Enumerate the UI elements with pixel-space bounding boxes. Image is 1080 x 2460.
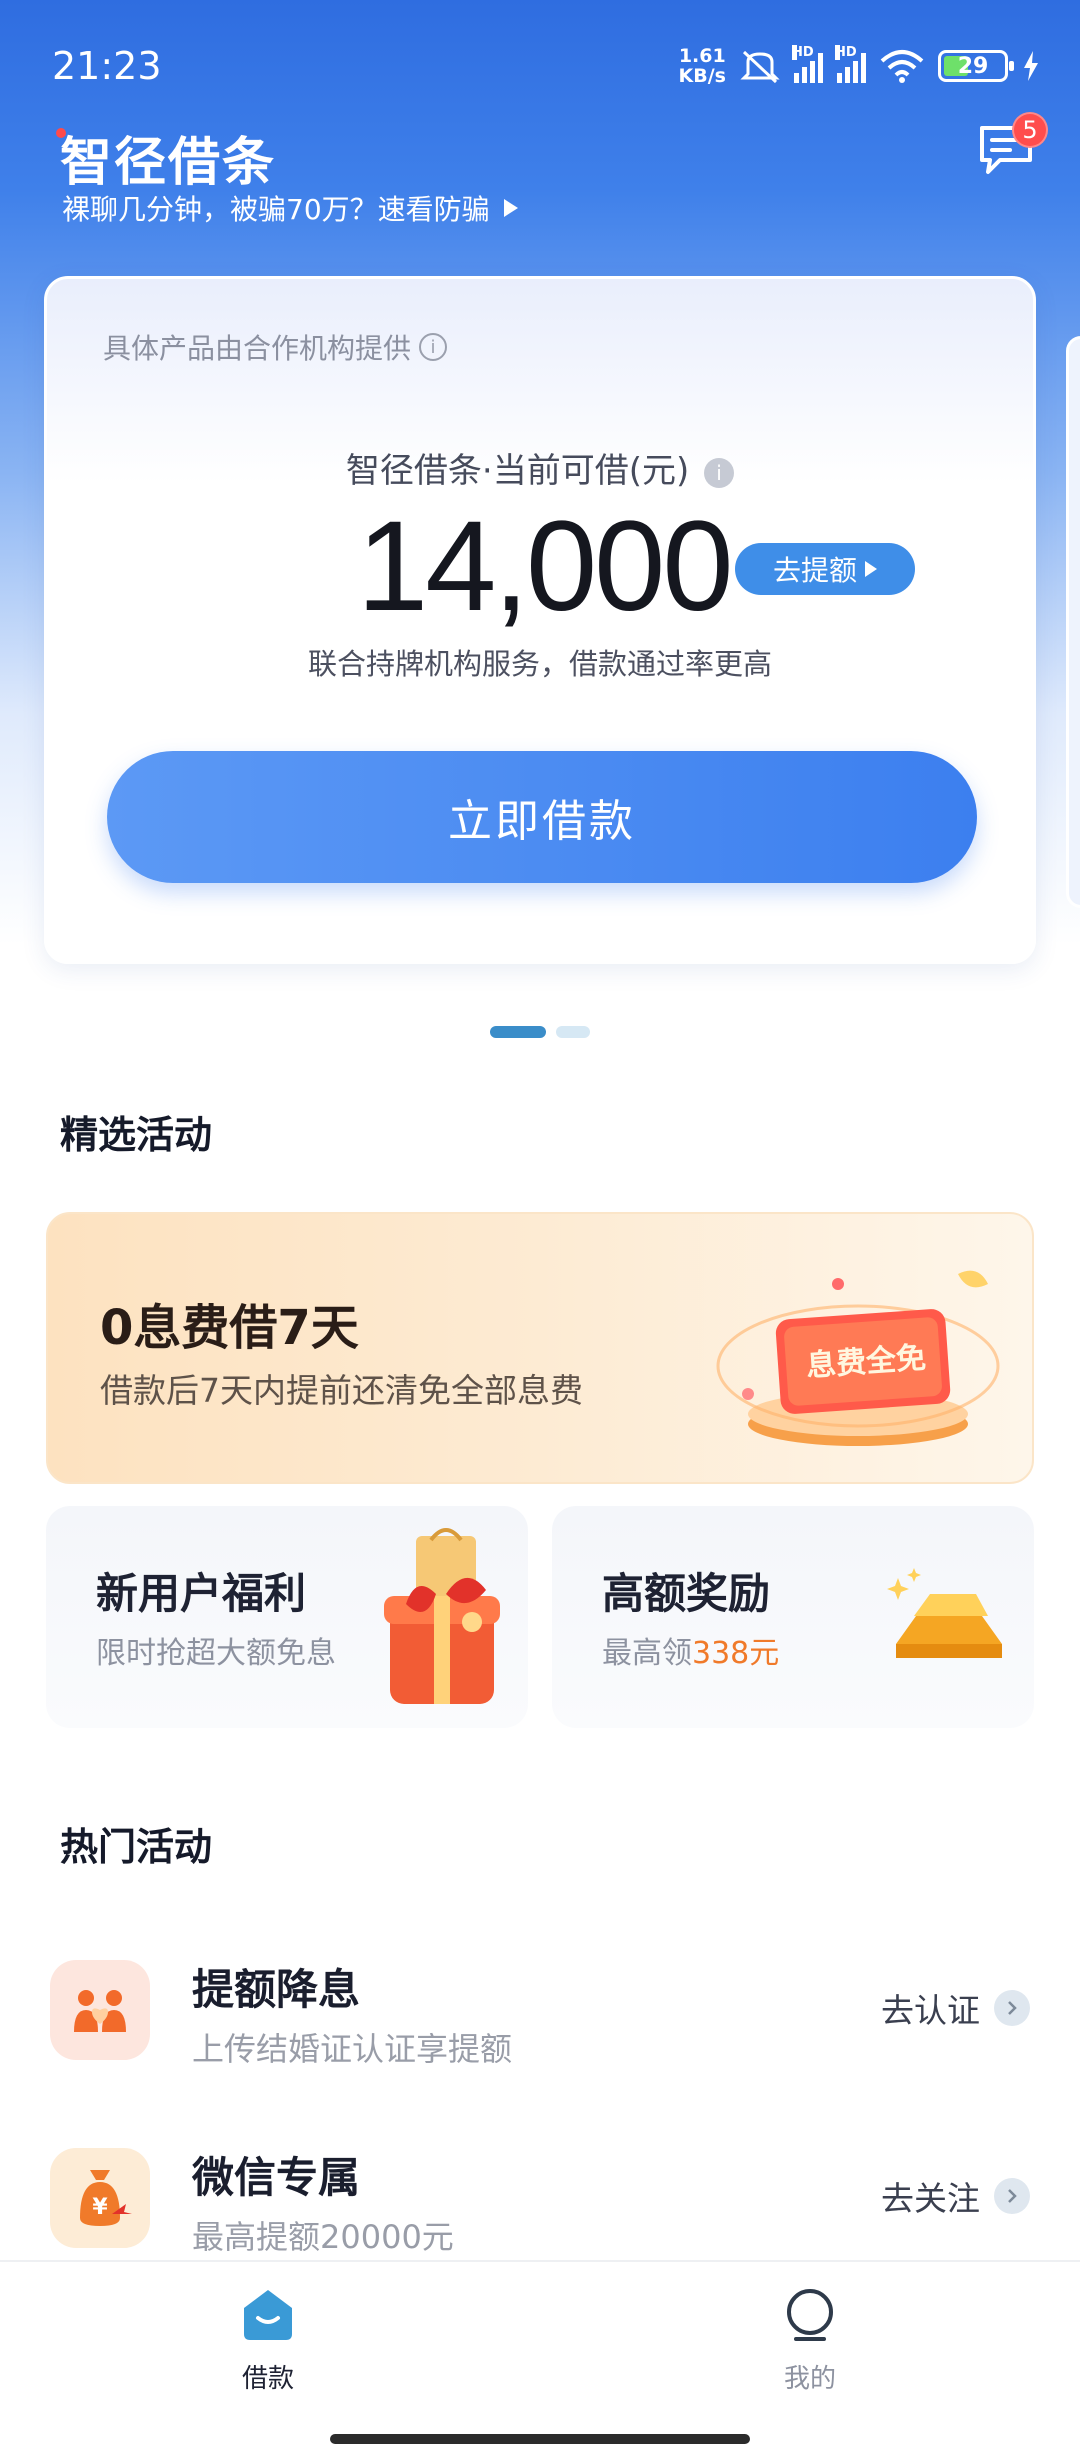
hot-item-title: 微信专属 <box>192 2153 361 2202</box>
bottom-tab-bar: 借款 我的 <box>0 2260 1080 2460</box>
loan-card: 具体产品由合作机构提供 i 智径借条·当前可借(元) i 14,000 去提额 … <box>44 276 1036 964</box>
charging-icon <box>1024 51 1038 81</box>
anti-fraud-notice[interactable]: 裸聊几分钟，被骗70万？速看防骗 <box>62 188 518 228</box>
signal-icon-2: HD <box>835 45 866 83</box>
status-bar: 21:23 1.61 KB/s HD HD 29 <box>0 30 1080 110</box>
fee-free-card-illustration: 息费全免 <box>716 1270 1000 1446</box>
tab-mine[interactable]: 我的 <box>750 2286 870 2395</box>
tab-mine-label: 我的 <box>783 2364 836 2394</box>
money-bag-icon: ¥ <box>50 2148 150 2248</box>
new-user-title: 新用户福利 <box>96 1569 307 1618</box>
notice-text: 裸聊几分钟，被骗70万？速看防骗 <box>62 193 490 226</box>
info-icon: i <box>419 333 448 361</box>
new-user-promo[interactable]: 新用户福利 限时抢超大额免息 <box>46 1506 528 1728</box>
raise-limit-label: 去提额 <box>772 554 857 587</box>
wifi-icon <box>880 50 924 83</box>
chevron-right-icon <box>994 1990 1030 2026</box>
follow-action-label: 去关注 <box>881 2179 980 2218</box>
status-icons: 1.61 KB/s HD HD 29 <box>679 45 1040 86</box>
raise-limit-button[interactable]: 去提额 <box>735 543 915 595</box>
hot-item-subtitle: 最高提额20000元 <box>192 2218 454 2256</box>
high-reward-promo[interactable]: 高额奖励 最高领338元 <box>552 1506 1034 1728</box>
hot-item-wechat[interactable]: ¥ 微信专属 最高提额20000元 去关注 <box>50 2138 1030 2258</box>
hot-item-title: 提额降息 <box>192 1965 361 2014</box>
hot-item-raise-limit[interactable]: 提额降息 上传结婚证认证享提额 去认证 <box>50 1950 1030 2070</box>
hot-section-title: 热门活动 <box>60 1825 213 1869</box>
loan-tab-icon <box>244 2290 292 2340</box>
profile-tab-icon <box>787 2289 833 2341</box>
zero-interest-promo[interactable]: 0息费借7天 借款后7天内提前还清免全部息费 息费全免 <box>46 1212 1034 1484</box>
next-card-peek[interactable] <box>1066 336 1080 908</box>
service-note: 联合持牌机构服务，借款通过率更高 <box>307 647 772 681</box>
credit-label-text: 智径借条·当前可借(元) <box>345 451 690 491</box>
signal-icon-1: HD <box>792 45 823 83</box>
verify-action[interactable]: 去认证 <box>881 1984 1030 2032</box>
carousel-indicator <box>490 1026 590 1038</box>
hot-item-subtitle: 上传结婚证认证享提额 <box>192 2030 513 2068</box>
play-arrow-icon <box>865 561 877 577</box>
battery-icon: 29 <box>938 50 1014 82</box>
provider-note[interactable]: 具体产品由合作机构提供 i <box>103 327 448 367</box>
gift-box-icon <box>384 1528 500 1704</box>
play-arrow-icon <box>503 199 518 217</box>
status-time: 21:23 <box>52 44 162 88</box>
high-reward-amount: 338元 <box>692 1636 780 1671</box>
credit-label: 智径借条·当前可借(元) i <box>47 443 1033 492</box>
new-user-subtitle: 限时抢超大额免息 <box>96 1636 336 1671</box>
high-reward-title: 高额奖励 <box>602 1569 771 1618</box>
hd-label-2: HD <box>835 45 857 60</box>
network-speed-value: 1.61 <box>678 45 726 67</box>
verify-action-label: 去认证 <box>881 1991 980 2030</box>
promo-subtitle: 借款后7天内提前还清免全部息费 <box>100 1371 583 1410</box>
borrow-now-button[interactable]: 立即借款 <box>107 751 977 883</box>
svg-text:¥: ¥ <box>92 2195 108 2220</box>
carousel-dot <box>556 1026 590 1038</box>
gold-bar-icon <box>887 1568 1002 1658</box>
home-indicator[interactable] <box>330 2434 750 2444</box>
battery-level: 29 <box>957 53 989 79</box>
app-title: 智径借条 <box>60 133 277 193</box>
tab-loan[interactable]: 借款 <box>208 2286 328 2395</box>
message-badge: 5 <box>1012 112 1048 148</box>
high-reward-subtitle: 最高领338元 <box>602 1628 779 1672</box>
credit-info-icon[interactable]: i <box>704 457 735 488</box>
featured-section-title: 精选活动 <box>60 1113 213 1157</box>
mute-vibrate-icon <box>740 50 780 84</box>
provider-text: 具体产品由合作机构提供 <box>103 332 412 365</box>
network-speed-unit: KB/s <box>678 65 726 87</box>
available-amount: 14,000 <box>357 495 733 638</box>
chevron-right-icon <box>994 2178 1030 2214</box>
tab-loan-label: 借款 <box>241 2364 294 2394</box>
couple-icon <box>50 1960 150 2060</box>
high-reward-prefix: 最高领 <box>602 1636 692 1671</box>
hd-label-1: HD <box>792 45 814 60</box>
follow-action[interactable]: 去关注 <box>881 2172 1030 2220</box>
promo-title: 0息费借7天 <box>100 1300 359 1356</box>
network-speed: 1.61 KB/s <box>679 46 726 86</box>
carousel-dot-active <box>490 1026 546 1038</box>
